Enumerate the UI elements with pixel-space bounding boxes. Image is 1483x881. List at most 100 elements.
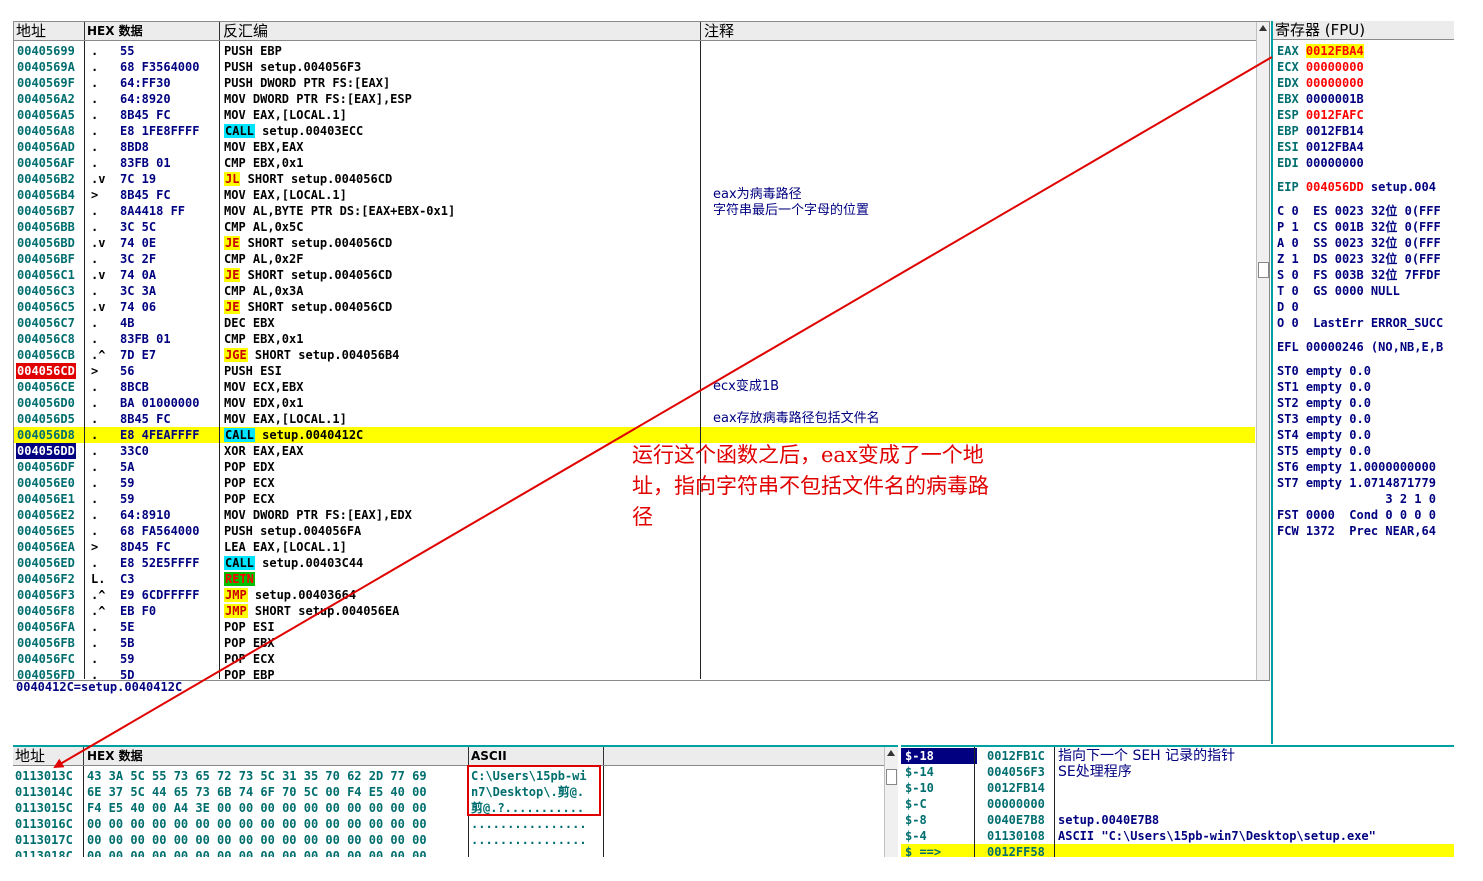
address-cell[interactable]: 004056DF [16, 459, 76, 475]
address-cell[interactable]: 004056AD [16, 139, 76, 155]
disasm-row[interactable]: 004056B2 .v 7C 19 JL SHORT setup.004056CD [14, 171, 1255, 187]
instruction-cell[interactable]: MOV DWORD PTR FS:[EAX],EDX [224, 507, 412, 523]
address-cell[interactable]: 004056EA [16, 539, 76, 555]
disasm-row[interactable]: 004056D0. BA 01000000 MOV EDX,0x1 [14, 395, 1255, 411]
scroll-up-icon[interactable] [1259, 25, 1267, 31]
address-cell[interactable]: 004056BB [16, 219, 76, 235]
register-line[interactable]: EFL 00000246 (NO,NB,E,B [1277, 339, 1443, 355]
register-line[interactable]: ST7 empty 1.0714871779 [1277, 475, 1436, 491]
disasm-row[interactable]: 004056FC. 59 POP ECX [14, 651, 1255, 667]
register-line[interactable]: ESI 0012FBA4 [1277, 139, 1364, 155]
register-line[interactable]: ST2 empty 0.0 [1277, 395, 1371, 411]
disasm-row[interactable]: 004056B4 >8B45 FC MOV EAX,[LOCAL.1] eax为病毒路… [14, 187, 1255, 203]
disasm-row[interactable]: 004056FD. 5D POP EBP [14, 667, 1255, 680]
disasm-row[interactable]: 0040569F. 64:FF30 PUSH DWORD PTR FS:[EAX] [14, 75, 1255, 91]
register-line[interactable]: ST0 empty 0.0 [1277, 363, 1371, 379]
instruction-cell[interactable]: PUSH DWORD PTR FS:[EAX] [224, 75, 390, 91]
disassembly-listing[interactable]: 00405699. 55 PUSH EBP 0040569A. 68 F3564000 P… [14, 43, 1255, 680]
instruction-cell[interactable]: MOV ECX,EBX [224, 379, 303, 395]
instruction-cell[interactable]: CMP AL,0x2F [224, 251, 303, 267]
address-cell[interactable]: 004056F3 [16, 587, 76, 603]
disasm-row[interactable]: 004056CD >56 PUSH ESI [14, 363, 1255, 379]
dump-address[interactable]: 0113018C [15, 848, 73, 857]
address-cell[interactable]: 00405699 [16, 43, 76, 59]
address-cell[interactable]: 004056D8 [16, 427, 76, 443]
cpu-scrollbar[interactable] [1256, 22, 1269, 680]
instruction-cell[interactable]: MOV EAX,[LOCAL.1] [224, 411, 347, 427]
instruction-cell[interactable]: PUSH EBP [224, 43, 282, 59]
instruction-cell[interactable]: POP ECX [224, 475, 275, 491]
instruction-cell[interactable]: MOV EDX,0x1 [224, 395, 303, 411]
instruction-cell[interactable]: MOV EAX,[LOCAL.1] [224, 107, 347, 123]
register-line[interactable]: ST4 empty 0.0 [1277, 427, 1371, 443]
address-cell[interactable]: 004056F8 [16, 603, 76, 619]
disasm-row[interactable]: 004056ED. E8 52E5FFFF CALL setup.00403C44 [14, 555, 1255, 571]
address-cell[interactable]: 004056C7 [16, 315, 76, 331]
instruction-cell[interactable]: XOR EAX,EAX [224, 443, 303, 459]
register-line[interactable]: EDI 00000000 [1277, 155, 1364, 171]
disasm-row[interactable]: 004056B7. 8A4418 FF MOV AL,BYTE PTR DS:[EA… [14, 203, 1255, 219]
instruction-cell[interactable]: JE SHORT setup.004056CD [224, 235, 392, 251]
col-header-hex[interactable]: HEX 数据 [87, 22, 143, 40]
disasm-row[interactable]: 004056FA. 5E POP ESI [14, 619, 1255, 635]
register-line[interactable]: D 0 [1277, 299, 1299, 315]
col-header-address[interactable]: 地址 [16, 22, 46, 40]
register-line[interactable]: FST 0000 Cond 0 0 0 0 [1277, 507, 1436, 523]
address-cell[interactable]: 004056DD [16, 443, 76, 459]
dump-col-ascii[interactable]: ASCII [471, 747, 507, 765]
instruction-cell[interactable]: POP ESI [224, 619, 275, 635]
disasm-row[interactable]: 00405699. 55 PUSH EBP [14, 43, 1255, 59]
address-cell[interactable]: 004056CE [16, 379, 76, 395]
scroll-thumb[interactable] [1258, 262, 1269, 278]
col-header-comment[interactable]: 注释 [704, 22, 734, 40]
address-cell[interactable]: 004056BF [16, 251, 76, 267]
instruction-cell[interactable]: MOV AL,BYTE PTR DS:[EAX+EBX-0x1] [224, 203, 455, 219]
address-cell[interactable]: 004056A8 [16, 123, 76, 139]
register-line[interactable]: C 0 ES 0023 32位 0(FFF [1277, 203, 1441, 219]
instruction-cell[interactable]: CALL setup.0040412C [224, 427, 363, 443]
register-line[interactable]: EDX 00000000 [1277, 75, 1364, 91]
disasm-row[interactable]: 004056CE. 8BCB MOV ECX,EBX ecx变成1B [14, 379, 1255, 395]
register-line[interactable]: Z 1 DS 0023 32位 0(FFF [1277, 251, 1441, 267]
stack-row[interactable]: $-C 00000000 [901, 796, 1454, 812]
scroll-thumb[interactable] [886, 769, 897, 785]
instruction-cell[interactable]: RETN [224, 571, 255, 587]
stack-row[interactable]: $-10 0012FB14 [901, 780, 1454, 796]
instruction-cell[interactable]: DEC EBX [224, 315, 275, 331]
instruction-cell[interactable]: JE SHORT setup.004056CD [224, 267, 392, 283]
dump-col-hex[interactable]: HEX 数据 [87, 747, 143, 765]
register-line[interactable]: ECX 00000000 [1277, 59, 1364, 75]
address-cell[interactable]: 004056FC [16, 651, 76, 667]
stack-value[interactable]: 0012FB1C [987, 748, 1045, 764]
col-header-disasm[interactable]: 反汇编 [223, 22, 268, 40]
stack-row[interactable]: $-8 0040E7B8 setup.0040E7B8 [901, 812, 1454, 828]
address-cell[interactable]: 004056E1 [16, 491, 76, 507]
instruction-cell[interactable]: CMP AL,0x5C [224, 219, 303, 235]
register-line[interactable]: T 0 GS 0000 NULL [1277, 283, 1400, 299]
disasm-row[interactable]: 004056BD .v 74 0E JE SHORT setup.004056CD [14, 235, 1255, 251]
dump-address[interactable]: 0113013C [15, 768, 73, 784]
disasm-row[interactable]: 004056C5 .v 74 06 JE SHORT setup.004056CD [14, 299, 1255, 315]
instruction-cell[interactable]: CMP EBX,0x1 [224, 331, 303, 347]
address-cell[interactable]: 004056A5 [16, 107, 76, 123]
address-cell[interactable]: 004056FB [16, 635, 76, 651]
register-line[interactable]: P 1 CS 001B 32位 0(FFF [1277, 219, 1441, 235]
register-line[interactable]: EAX 0012FBA4 [1277, 43, 1364, 59]
register-line[interactable]: ST5 empty 0.0 [1277, 443, 1371, 459]
instruction-cell[interactable]: CALL setup.00403ECC [224, 123, 363, 139]
dump-scrollbar[interactable] [884, 747, 898, 857]
address-cell[interactable]: 0040569F [16, 75, 76, 91]
disasm-row[interactable]: 004056A2. 64:8920 MOV DWORD PTR FS:[EAX],E… [14, 91, 1255, 107]
register-line[interactable]: EBX 0000001B [1277, 91, 1364, 107]
address-cell[interactable]: 004056C1 [16, 267, 76, 283]
stack-value[interactable]: 01130108 [987, 828, 1045, 844]
stack-value[interactable]: 004056F3 [987, 764, 1045, 780]
address-cell[interactable]: 004056B2 [16, 171, 76, 187]
instruction-cell[interactable]: PUSH setup.004056F3 [224, 59, 361, 75]
instruction-cell[interactable]: PUSH setup.004056FA [224, 523, 361, 539]
disasm-row[interactable]: 004056FB. 5B POP EBX [14, 635, 1255, 651]
stack-listing[interactable]: $-18 0012FB1C 指向下一个 SEH 记录的指针 $-14 004056F3 S… [901, 748, 1454, 857]
disasm-row[interactable]: 004056BF. 3C 2F CMP AL,0x2F [14, 251, 1255, 267]
address-cell[interactable]: 004056B7 [16, 203, 76, 219]
stack-row[interactable]: $ ==> 0012FF58 [901, 844, 1454, 857]
